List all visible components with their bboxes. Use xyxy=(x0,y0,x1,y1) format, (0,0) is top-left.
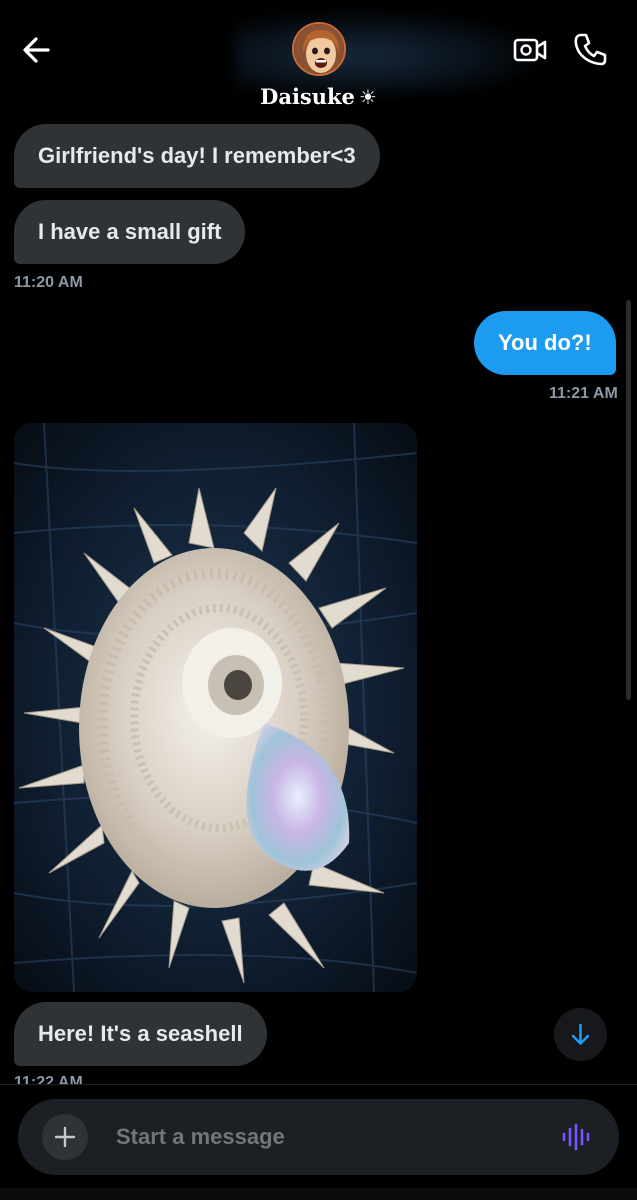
back-button[interactable] xyxy=(18,32,56,68)
composer-bar xyxy=(0,1084,637,1200)
plus-icon xyxy=(54,1126,76,1148)
message-timestamp: 11:22 AM xyxy=(14,1074,83,1084)
avatar[interactable] xyxy=(292,22,346,76)
message-timestamp: 11:20 AM xyxy=(14,274,83,291)
message-bubble-incoming[interactable]: Girlfriend's day! I remember<3 xyxy=(14,124,380,188)
header-glow xyxy=(235,12,540,92)
add-media-button[interactable] xyxy=(42,1114,88,1160)
contact-name-text: Daisuke xyxy=(260,84,355,109)
voice-wave-icon xyxy=(562,1123,590,1151)
contact-name[interactable]: Daisuke ☀ xyxy=(0,84,637,109)
voice-message-button[interactable] xyxy=(560,1121,592,1153)
scrollbar[interactable] xyxy=(626,300,631,700)
message-input[interactable] xyxy=(116,1117,536,1157)
message-bubble-incoming[interactable]: Here! It's a seashell xyxy=(14,1002,267,1066)
composer xyxy=(18,1099,619,1175)
seashell-photo[interactable] xyxy=(14,423,417,992)
message-list[interactable]: Girlfriend's day! I remember<3 I have a … xyxy=(0,122,637,1084)
arrow-down-icon xyxy=(571,1023,590,1045)
sun-emoji: ☀ xyxy=(358,85,377,109)
system-nav-bar xyxy=(0,1188,637,1200)
seashell-image xyxy=(14,423,417,992)
conversation-header: Daisuke ☀ xyxy=(0,0,637,122)
video-camera-icon xyxy=(513,38,547,62)
voice-call-button[interactable] xyxy=(571,30,609,68)
message-timestamp: 11:21 AM xyxy=(549,385,618,402)
scroll-to-bottom-button[interactable] xyxy=(554,1008,607,1061)
message-bubble-outgoing[interactable]: You do?! xyxy=(474,311,616,375)
message-bubble-incoming[interactable]: I have a small gift xyxy=(14,200,246,264)
arrow-left-icon xyxy=(23,37,50,63)
phone-icon xyxy=(574,33,607,66)
video-call-button[interactable] xyxy=(512,32,548,68)
